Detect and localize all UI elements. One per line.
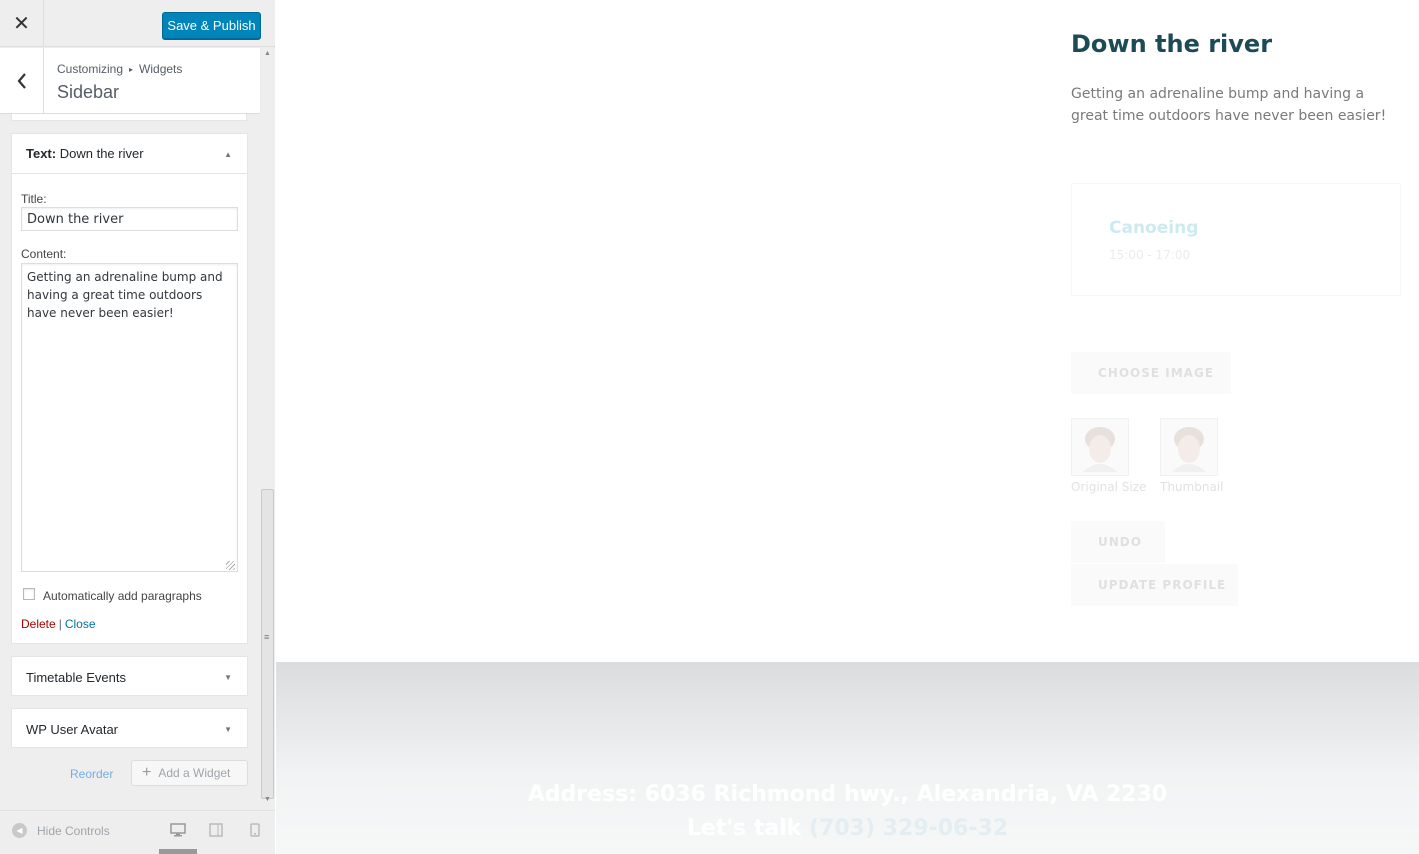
panel-scrollbar[interactable]: ▲ ≡ ▼ xyxy=(260,48,275,810)
footer-talk-label: Let's talk xyxy=(686,816,802,841)
widget-header[interactable]: Timetable Events ▼ xyxy=(12,657,247,697)
title-label: Title: xyxy=(21,192,47,206)
avatar-thumbnail: Thumbnail xyxy=(1160,418,1223,494)
close-icon: ✕ xyxy=(13,13,30,35)
section-header: Customizing ▸ Widgets Sidebar xyxy=(0,48,260,114)
collapse-arrow-icon[interactable]: ▲ xyxy=(224,150,232,159)
delete-link[interactable]: Delete xyxy=(21,617,56,631)
event-time: 15:00 - 17:00 xyxy=(1109,248,1191,262)
tablet-icon[interactable] xyxy=(209,823,223,837)
avatar xyxy=(1160,418,1218,476)
user-face-icon xyxy=(1083,427,1117,472)
chevron-left-icon xyxy=(17,73,26,89)
scrollbar-thumb[interactable]: ≡ xyxy=(261,489,274,799)
widget-title-label: Down the river xyxy=(59,146,144,161)
choose-image-button[interactable]: CHOOSE IMAGE xyxy=(1071,352,1231,394)
add-widget-button[interactable]: + Add a Widget xyxy=(131,760,248,786)
autop-checkbox[interactable] xyxy=(23,588,35,600)
scroll-down-arrow-icon[interactable]: ▼ xyxy=(264,796,271,803)
expand-arrow-icon[interactable]: ▼ xyxy=(224,725,232,734)
widget-header[interactable]: Text: Down the river ▲ xyxy=(12,134,247,174)
breadcrumb-child: Widgets xyxy=(139,62,183,76)
widget-title-label: WP User Avatar xyxy=(26,721,118,737)
reorder-link[interactable]: Reorder xyxy=(70,767,113,781)
content-textarea[interactable]: Getting an adrenaline bump and having a … xyxy=(21,263,238,572)
previous-widget-edge xyxy=(11,114,247,121)
user-face-icon xyxy=(1172,427,1206,472)
active-device-indicator xyxy=(159,849,197,854)
avatar-label: Original Size xyxy=(1071,480,1147,494)
update-profile-button[interactable]: UPDATE PROFILE xyxy=(1071,564,1238,606)
customizer-app: ✕ Save & Publish Customizing ▸ Widgets Sid… xyxy=(0,0,1419,854)
widget-wp-user-avatar[interactable]: WP User Avatar ▼ xyxy=(11,708,248,748)
avatar-original: Original Size xyxy=(1071,418,1146,494)
avatar xyxy=(1071,418,1129,476)
avatar-label: Thumbnail xyxy=(1160,480,1224,494)
add-widget-label: Add a Widget xyxy=(158,766,231,780)
action-separator: | xyxy=(58,617,62,631)
title-input[interactable] xyxy=(21,207,238,231)
event-name: Canoeing xyxy=(1109,218,1199,238)
close-customizer-button[interactable]: ✕ xyxy=(0,0,44,47)
customizer-panel: ✕ Save & Publish Customizing ▸ Widgets Sid… xyxy=(0,0,275,854)
hide-controls-button[interactable]: ◀ Hide Controls xyxy=(12,823,110,838)
footer-contact: Let's talk (703) 329-06-32 xyxy=(276,816,1419,841)
hide-controls-label: Hide Controls xyxy=(37,823,110,838)
mobile-icon[interactable] xyxy=(250,823,260,837)
widget-title-label: Timetable Events xyxy=(26,669,126,685)
grip-icon: ≡ xyxy=(264,632,270,642)
customizer-header: ✕ Save & Publish xyxy=(0,0,275,47)
breadcrumb-parent: Customizing xyxy=(57,62,124,76)
site-preview: Down the river Getting an adrenaline bum… xyxy=(276,0,1419,854)
widget-control-actions: Delete | Close xyxy=(21,617,96,631)
expand-arrow-icon[interactable]: ▼ xyxy=(224,673,232,682)
breadcrumb-separator-icon: ▸ xyxy=(129,65,134,74)
undo-button[interactable]: UNDO xyxy=(1071,521,1165,563)
preview-widget-text: Getting an adrenaline bump and having a … xyxy=(1071,86,1387,124)
autop-label: Automatically add paragraphs xyxy=(43,589,202,603)
desktop-icon[interactable] xyxy=(170,823,186,837)
resize-handle-icon[interactable] xyxy=(226,561,235,570)
back-button[interactable] xyxy=(0,48,44,114)
site-footer: Address: 6036 Richmond hwy., Alexandria,… xyxy=(276,662,1419,854)
preview-widget-title: Down the river xyxy=(1071,30,1273,58)
widget-header[interactable]: WP User Avatar ▼ xyxy=(12,709,247,749)
widget-text-down-the-river: Text: Down the river ▲ Title: Content: G… xyxy=(11,133,248,644)
customizer-footer: ◀ Hide Controls xyxy=(0,810,275,854)
close-link[interactable]: Close xyxy=(65,617,96,631)
widget-timetable-events[interactable]: Timetable Events ▼ xyxy=(11,656,248,696)
content-label: Content: xyxy=(21,247,67,261)
breadcrumb: Customizing ▸ Widgets xyxy=(57,62,182,76)
footer-phone-link[interactable]: (703) 329-06-32 xyxy=(809,816,1008,841)
plus-icon: + xyxy=(142,764,152,781)
save-publish-button[interactable]: Save & Publish xyxy=(162,12,261,39)
widget-type-label: Text: xyxy=(26,146,57,161)
section-title: Sidebar xyxy=(57,82,120,102)
collapse-sidebar-icon: ◀ xyxy=(12,823,27,838)
scroll-up-arrow-icon[interactable]: ▲ xyxy=(264,50,271,57)
timetable-event-card: Canoeing 15:00 - 17:00 xyxy=(1071,183,1401,296)
footer-address: Address: 6036 Richmond hwy., Alexandria,… xyxy=(527,782,1168,807)
